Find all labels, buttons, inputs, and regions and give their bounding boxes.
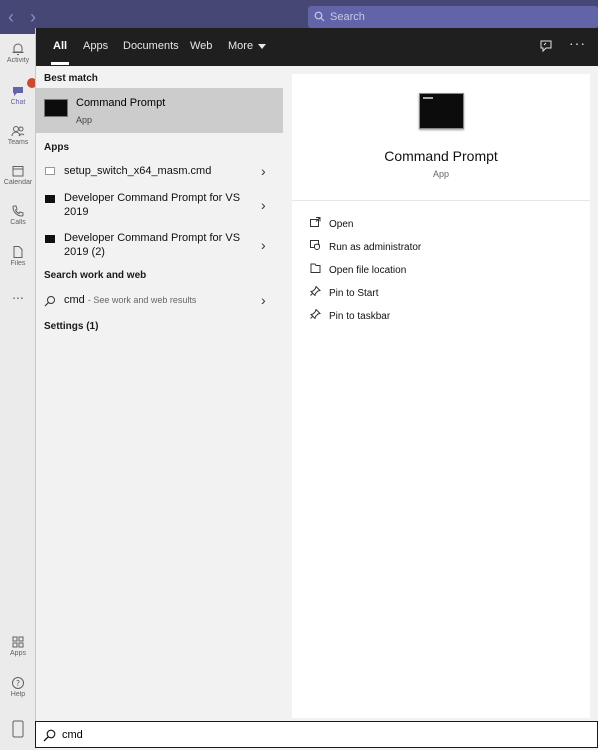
rail-item-activity[interactable]: Activity: [0, 42, 36, 64]
pin-icon: [310, 309, 321, 319]
folder-icon: [310, 263, 321, 273]
detail-title: Command Prompt: [384, 148, 498, 164]
teams-search-placeholder: Search: [330, 11, 365, 23]
teams-icon: [11, 126, 25, 137]
action-open[interactable]: Open: [310, 217, 353, 230]
action-pin-to-taskbar[interactable]: Pin to taskbar: [310, 309, 390, 322]
command-prompt-icon: [45, 235, 55, 243]
rail-label: Calendar: [3, 179, 33, 186]
web-hint: - See work and web results: [87, 295, 197, 305]
divider: [292, 200, 590, 201]
cmd-file-icon: [45, 167, 55, 175]
rail-item-files[interactable]: Files: [0, 245, 36, 267]
rail-item-help[interactable]: ? Help: [0, 676, 36, 698]
search-icon: [44, 296, 55, 307]
calendar-icon: [12, 166, 24, 177]
search-web-header: Search work and web: [44, 270, 147, 281]
open-icon: [310, 217, 321, 227]
chevron-right-icon[interactable]: ›: [261, 292, 266, 308]
more-options-icon[interactable]: ···: [569, 35, 586, 51]
apps-icon: [12, 636, 24, 648]
action-label: Open: [329, 219, 354, 230]
chat-icon: [13, 87, 23, 96]
results-list: Best match Command Prompt App Apps setup…: [36, 66, 283, 718]
detail-subtitle: App: [432, 169, 449, 179]
teams-app-rail: Activity Chat Teams Calendar Calls Files…: [0, 34, 37, 750]
best-match-result[interactable]: Command Prompt App: [36, 88, 283, 133]
action-run-as-admin[interactable]: Run as administrator: [310, 240, 421, 253]
apps-header: Apps: [44, 142, 69, 153]
best-match-title: Command Prompt: [76, 97, 166, 109]
feedback-icon[interactable]: [539, 39, 553, 53]
start-search-box[interactable]: [35, 721, 598, 748]
file-icon: [13, 246, 23, 258]
forward-arrow-icon[interactable]: ›: [30, 8, 36, 26]
rail-label: Apps: [10, 650, 26, 657]
tab-apps[interactable]: Apps: [83, 40, 108, 52]
web-query: cmd: [64, 294, 85, 306]
rail-item-calls[interactable]: Calls: [0, 204, 36, 226]
search-input[interactable]: [62, 726, 582, 744]
rail-label: Activity: [6, 57, 30, 64]
action-label: Open file location: [329, 265, 407, 276]
back-arrow-icon[interactable]: ‹: [8, 8, 14, 26]
command-prompt-icon: [44, 99, 68, 117]
action-open-file-location[interactable]: Open file location: [310, 263, 406, 276]
action-label: Pin to Start: [329, 288, 379, 299]
search-icon: [314, 11, 325, 22]
rail-label: Teams: [7, 139, 29, 146]
rail-item-apps[interactable]: Apps: [0, 635, 36, 657]
svg-text:?: ?: [16, 679, 20, 688]
rail-label: Help: [10, 691, 26, 698]
chevron-right-icon[interactable]: ›: [261, 163, 266, 179]
tab-all[interactable]: All: [50, 40, 70, 65]
search-icon: [43, 729, 56, 742]
tab-documents[interactable]: Documents: [123, 40, 179, 52]
pin-icon: [310, 286, 321, 296]
start-search-panel: All Apps Documents Web More ··· Best mat…: [35, 28, 598, 748]
command-prompt-icon: [45, 195, 55, 203]
shield-icon: [310, 240, 320, 250]
bell-icon: [12, 43, 24, 55]
tab-web[interactable]: Web: [190, 40, 212, 52]
action-pin-to-start[interactable]: Pin to Start: [310, 286, 378, 299]
action-label: Run as administrator: [329, 242, 422, 253]
caret-down-icon: [258, 43, 267, 49]
settings-header[interactable]: Settings (1): [44, 321, 98, 332]
app-result-dev-cmd[interactable]: Developer Command Prompt for VS 2019 ›: [36, 191, 283, 227]
app-result-dev-cmd-2[interactable]: Developer Command Prompt for VS 2019 (2)…: [36, 231, 283, 267]
app-result-setup-switch[interactable]: setup_switch_x64_masm.cmd ›: [36, 163, 283, 187]
result-detail-pane: Command Prompt App Open Run as administr…: [292, 74, 590, 718]
rail-item-calendar[interactable]: Calendar: [0, 164, 36, 186]
tab-more[interactable]: More: [228, 40, 267, 52]
rail-label: Chat: [10, 99, 26, 106]
tab-more-label: More: [228, 40, 254, 52]
chevron-right-icon[interactable]: ›: [261, 197, 266, 213]
best-match-subtitle: App: [76, 115, 93, 125]
more-icon[interactable]: ...: [0, 286, 36, 302]
app-result-label: Developer Command Prompt for VS 2019: [64, 192, 241, 218]
help-icon: ?: [12, 677, 24, 689]
rail-item-teams[interactable]: Teams: [0, 124, 36, 146]
app-result-label: setup_switch_x64_masm.cmd: [64, 165, 212, 177]
desktop: ‹ › Search Activity Chat Teams Calendar …: [0, 0, 598, 750]
search-tab-bar: All Apps Documents Web More ···: [36, 28, 598, 66]
device-icon[interactable]: [9, 716, 27, 742]
chevron-right-icon[interactable]: ›: [261, 237, 266, 253]
teams-search-bar[interactable]: Search: [308, 6, 598, 28]
best-match-header: Best match: [44, 73, 98, 84]
action-label: Pin to taskbar: [329, 311, 391, 322]
command-prompt-large-icon: [419, 93, 464, 129]
app-result-label: Developer Command Prompt for VS 2019 (2): [64, 232, 241, 258]
phone-icon: [12, 205, 24, 217]
web-search-result[interactable]: cmd - See work and web results ›: [36, 292, 283, 316]
rail-label: Files: [10, 260, 26, 267]
rail-label: Calls: [10, 219, 26, 226]
